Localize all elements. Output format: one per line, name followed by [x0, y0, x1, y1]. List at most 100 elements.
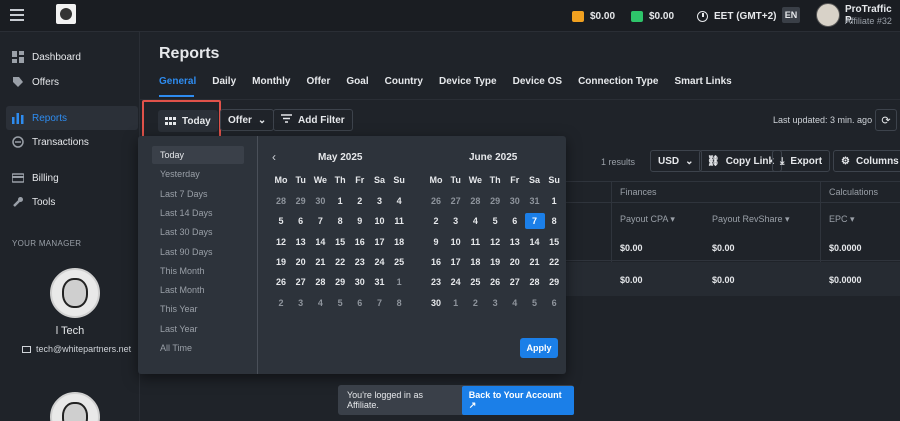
calendar-day[interactable]: 30: [310, 193, 330, 209]
calendar-day[interactable]: 14: [525, 234, 545, 250]
calendar-day[interactable]: 13: [505, 234, 525, 250]
calendar-day[interactable]: 4: [389, 193, 409, 209]
calendar-day[interactable]: 5: [330, 295, 350, 311]
offer-filter-button[interactable]: Offer ⌄: [220, 109, 275, 131]
calendar-day[interactable]: 6: [291, 213, 311, 229]
currency-select[interactable]: USD ⌄: [650, 150, 702, 172]
balance-orange[interactable]: $0.00: [572, 8, 615, 24]
calendar-day[interactable]: 3: [291, 295, 311, 311]
manager-email[interactable]: tech@whitepartners.net: [22, 344, 131, 354]
calendar-day[interactable]: 23: [426, 274, 446, 290]
range-option[interactable]: Last 30 Days: [152, 223, 244, 241]
calendar-day[interactable]: 25: [465, 274, 485, 290]
range-option[interactable]: Last Month: [152, 281, 244, 299]
calendar-day[interactable]: 30: [426, 295, 446, 311]
range-option[interactable]: Yesterday: [152, 165, 244, 183]
calendar-day[interactable]: 16: [350, 234, 370, 250]
range-option[interactable]: This Month: [152, 262, 244, 280]
calendar-day[interactable]: 20: [291, 254, 311, 270]
calendar-day[interactable]: 1: [446, 295, 466, 311]
tab-offer[interactable]: Offer: [306, 76, 330, 87]
calendar-day[interactable]: 14: [310, 234, 330, 250]
calendar-day[interactable]: 19: [485, 254, 505, 270]
calendar-day[interactable]: 17: [446, 254, 466, 270]
tab-device-type[interactable]: Device Type: [439, 76, 497, 87]
calendar-day[interactable]: 28: [525, 274, 545, 290]
calendar-day[interactable]: 26: [271, 274, 291, 290]
calendar-day[interactable]: 12: [271, 234, 291, 250]
calendar-day[interactable]: 29: [330, 274, 350, 290]
tab-general[interactable]: General: [159, 76, 196, 87]
calendar-day[interactable]: 2: [426, 213, 446, 229]
sidebar-item-transactions[interactable]: Transactions: [12, 132, 89, 152]
refresh-icon[interactable]: ⟳: [875, 109, 897, 131]
tab-daily[interactable]: Daily: [212, 76, 236, 87]
calendar-day[interactable]: 4: [310, 295, 330, 311]
calendar-day[interactable]: 7: [310, 213, 330, 229]
calendar-day[interactable]: 5: [271, 213, 291, 229]
calendar-day[interactable]: 1: [389, 274, 409, 290]
range-option[interactable]: This Year: [152, 300, 244, 318]
calendar-day[interactable]: 19: [271, 254, 291, 270]
calendar-day[interactable]: 29: [291, 193, 311, 209]
calendar-day[interactable]: 8: [330, 213, 350, 229]
calendar-day[interactable]: 12: [485, 234, 505, 250]
range-option[interactable]: Last Year: [152, 320, 244, 338]
tab-smart-links[interactable]: Smart Links: [674, 76, 731, 87]
calendar-day[interactable]: 29: [544, 274, 564, 290]
apply-button[interactable]: Apply: [520, 338, 558, 358]
sidebar-item-dashboard[interactable]: Dashboard: [12, 47, 81, 67]
language-switcher[interactable]: EN: [782, 7, 800, 23]
calendar-day[interactable]: 20: [505, 254, 525, 270]
calendar-day[interactable]: 31: [370, 274, 390, 290]
calendar-day[interactable]: 5: [485, 213, 505, 229]
menu-icon[interactable]: [10, 9, 24, 21]
col-payout-cpa[interactable]: Payout CPA ▾: [620, 214, 675, 225]
range-option[interactable]: Last 14 Days: [152, 204, 244, 222]
range-option[interactable]: Today: [152, 146, 244, 164]
copy-link-button[interactable]: ⛓ Copy Link: [699, 150, 783, 172]
calendar-day[interactable]: 16: [426, 254, 446, 270]
calendar-day[interactable]: 8: [544, 213, 564, 229]
tab-goal[interactable]: Goal: [346, 76, 368, 87]
calendar-day[interactable]: 3: [485, 295, 505, 311]
calendar-day[interactable]: 27: [505, 274, 525, 290]
calendar-day[interactable]: 1: [330, 193, 350, 209]
range-option[interactable]: Last 90 Days: [152, 243, 244, 261]
sidebar-item-tools[interactable]: Tools: [12, 192, 55, 212]
sidebar-item-reports[interactable]: Reports: [12, 108, 67, 128]
calendar-day[interactable]: 1: [544, 193, 564, 209]
col-epc[interactable]: EPC ▾: [829, 214, 855, 225]
columns-button[interactable]: ⚙ Columns: [833, 150, 900, 172]
sidebar-item-offers[interactable]: Offers: [12, 72, 59, 92]
timezone[interactable]: EET (GMT+2): [697, 8, 777, 24]
calendar-day[interactable]: 6: [505, 213, 525, 229]
calendar-day[interactable]: 30: [505, 193, 525, 209]
calendar-day[interactable]: 22: [330, 254, 350, 270]
calendar-day[interactable]: 3: [446, 213, 466, 229]
calendar-day[interactable]: 31: [525, 193, 545, 209]
calendar-day[interactable]: 9: [350, 213, 370, 229]
calendar-day[interactable]: 17: [370, 234, 390, 250]
calendar-day[interactable]: 15: [544, 234, 564, 250]
calendar-day[interactable]: 6: [544, 295, 564, 311]
calendar-day[interactable]: 4: [465, 213, 485, 229]
back-to-account-button[interactable]: Back to Your Account ↗: [461, 385, 574, 415]
user-avatar[interactable]: [816, 3, 840, 27]
calendar-day[interactable]: 9: [426, 234, 446, 250]
calendar-day[interactable]: 18: [389, 234, 409, 250]
add-filter-button[interactable]: Add Filter: [273, 109, 353, 131]
calendar-day[interactable]: 10: [370, 213, 390, 229]
calendar-day[interactable]: 21: [525, 254, 545, 270]
calendar-day[interactable]: 15: [330, 234, 350, 250]
brand-logo[interactable]: [56, 4, 76, 24]
calendar-day[interactable]: 30: [350, 274, 370, 290]
calendar-day[interactable]: 3: [370, 193, 390, 209]
export-button[interactable]: ⤓ Export: [772, 150, 831, 172]
calendar-day[interactable]: 4: [505, 295, 525, 311]
calendar-day[interactable]: 27: [446, 193, 466, 209]
calendar-day[interactable]: 8: [389, 295, 409, 311]
calendar-day[interactable]: 2: [271, 295, 291, 311]
calendar-day[interactable]: 24: [446, 274, 466, 290]
calendar-day[interactable]: 21: [310, 254, 330, 270]
